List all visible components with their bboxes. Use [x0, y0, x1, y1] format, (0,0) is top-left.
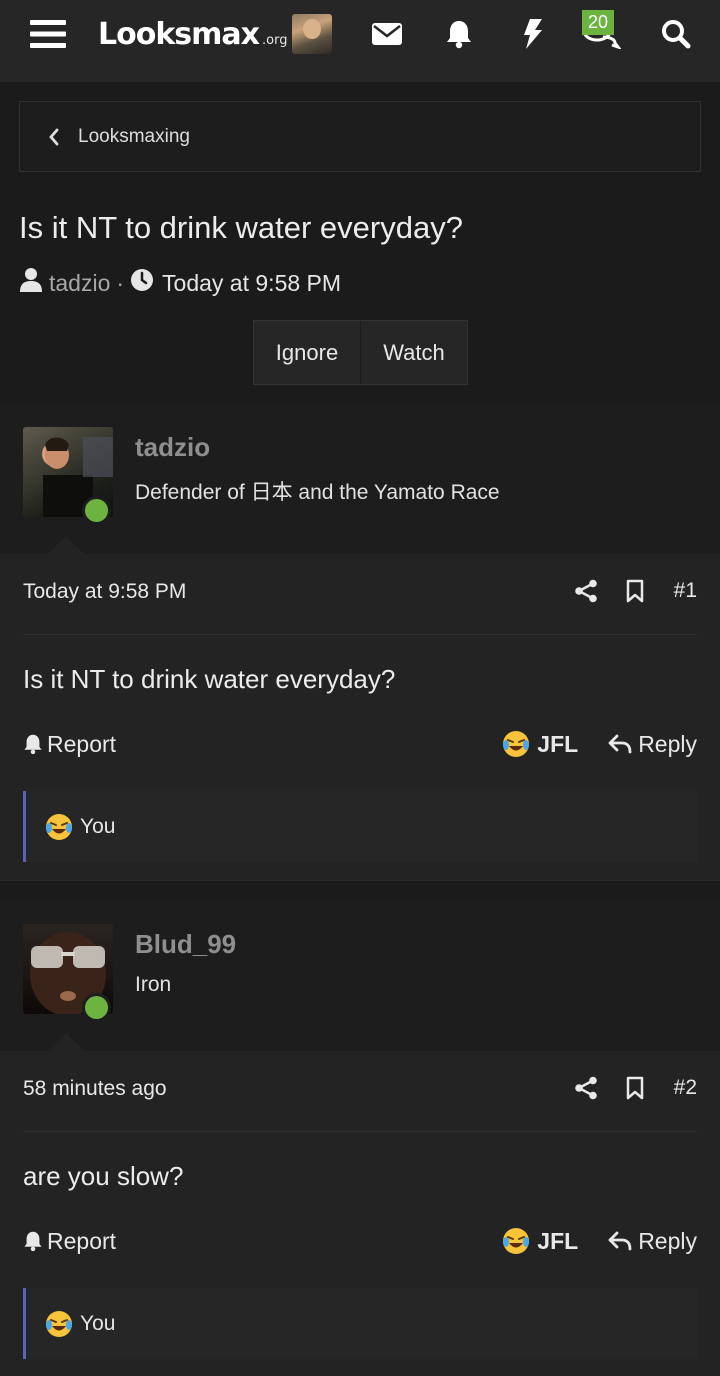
- post-top-actions: #1: [574, 574, 697, 608]
- post-content: Is it NT to drink water everyday?: [23, 664, 396, 694]
- post-arrow: [48, 1033, 84, 1051]
- page-title: Is it NT to drink water everyday?: [19, 210, 463, 245]
- post-date[interactable]: Today at 9:58 PM: [23, 580, 186, 604]
- reactions-summary[interactable]: You: [23, 791, 697, 862]
- bookmark-icon[interactable]: [626, 1076, 644, 1100]
- post-user-header: tadzio Defender of 日本 and the Yamato Rac…: [0, 404, 720, 554]
- reactions-summary[interactable]: You: [23, 1288, 697, 1359]
- crying-laughing-emoji-icon: [44, 1309, 74, 1339]
- post-user-header: Blud_99 Iron: [0, 901, 720, 1051]
- bell-icon: [24, 1231, 42, 1252]
- search-icon[interactable]: [654, 0, 698, 68]
- divider: [23, 1131, 697, 1132]
- reply-icon: [608, 734, 632, 754]
- site-logo[interactable]: Looksmax .org: [98, 0, 287, 68]
- reaction-label: JFL: [537, 730, 579, 757]
- notification-badge: 20: [582, 10, 614, 35]
- reply-label: Reply: [638, 1227, 697, 1254]
- report-label: Report: [47, 1227, 117, 1254]
- post-separator: [0, 880, 720, 900]
- chevron-left-icon: [48, 128, 60, 146]
- envelope-icon[interactable]: [366, 0, 408, 68]
- post-number[interactable]: #1: [674, 579, 697, 603]
- post-number[interactable]: #2: [674, 1076, 697, 1100]
- reaction-button[interactable]: JFL: [501, 1226, 578, 1256]
- ignore-button[interactable]: Ignore: [254, 321, 361, 384]
- watch-button[interactable]: Watch: [361, 321, 467, 384]
- menu-icon[interactable]: [26, 0, 70, 68]
- reacted-by: You: [80, 814, 116, 838]
- online-indicator: [82, 993, 111, 1022]
- post: tadzio Defender of 日本 and the Yamato Rac…: [0, 404, 720, 882]
- logo-text: Looksmax: [98, 16, 260, 52]
- share-icon[interactable]: [574, 1076, 598, 1100]
- breadcrumb-label: Looksmaxing: [78, 125, 190, 147]
- avatar-image: [292, 14, 332, 54]
- report-button[interactable]: Report: [23, 1228, 116, 1255]
- reply-button[interactable]: Reply: [608, 1228, 697, 1255]
- post-body: 58 minutes ago #2 are you slow? Report J…: [0, 1051, 720, 1376]
- reacted-by: You: [80, 1311, 116, 1335]
- thread-author-link[interactable]: tadzio: [49, 270, 110, 297]
- thread-meta: tadzio · Today at 9:58 PM: [19, 266, 341, 300]
- bell-icon[interactable]: [440, 0, 478, 68]
- thread-time[interactable]: Today at 9:58 PM: [162, 270, 341, 297]
- share-icon[interactable]: [574, 579, 598, 603]
- thread-action-buttons: Ignore Watch: [253, 320, 468, 385]
- post-content: are you slow?: [23, 1161, 184, 1191]
- post-footer: Report JFL Reply: [23, 726, 697, 762]
- username-link[interactable]: tadzio: [135, 432, 210, 463]
- reaction-label: JFL: [537, 1227, 579, 1254]
- post-body: Today at 9:58 PM #1 Is it NT to drink wa…: [0, 554, 720, 882]
- report-button[interactable]: Report: [23, 731, 116, 758]
- user-title: Defender of 日本 and the Yamato Race: [135, 481, 500, 504]
- bookmark-icon[interactable]: [626, 579, 644, 603]
- top-nav-bar: Looksmax .org 20: [0, 0, 720, 82]
- post-top-actions: #2: [574, 1071, 697, 1105]
- post-arrow: [48, 536, 84, 554]
- meta-separator: ·: [116, 269, 125, 296]
- clock-icon: [130, 268, 154, 298]
- reply-icon: [608, 1231, 632, 1251]
- bell-icon: [24, 734, 42, 755]
- logo-suffix: .org: [262, 32, 288, 48]
- user-title: Iron: [135, 973, 172, 996]
- username-link[interactable]: Blud_99: [135, 929, 236, 960]
- divider: [23, 634, 697, 635]
- reply-button[interactable]: Reply: [608, 731, 697, 758]
- crying-laughing-emoji-icon: [503, 731, 530, 757]
- reaction-button[interactable]: JFL: [501, 729, 578, 759]
- report-label: Report: [47, 730, 117, 757]
- account-avatar[interactable]: [292, 0, 332, 68]
- bolt-icon[interactable]: [514, 0, 552, 68]
- crying-laughing-emoji-icon: [503, 1228, 530, 1254]
- post-footer: Report JFL Reply: [23, 1223, 697, 1259]
- breadcrumb[interactable]: Looksmaxing: [19, 101, 701, 172]
- online-indicator: [82, 496, 111, 525]
- post: Blud_99 Iron 58 minutes ago #2 are you s…: [0, 901, 720, 1376]
- reply-label: Reply: [638, 730, 697, 757]
- post-date[interactable]: 58 minutes ago: [23, 1077, 167, 1101]
- user-icon: [19, 267, 43, 299]
- crying-laughing-emoji-icon: [44, 812, 74, 842]
